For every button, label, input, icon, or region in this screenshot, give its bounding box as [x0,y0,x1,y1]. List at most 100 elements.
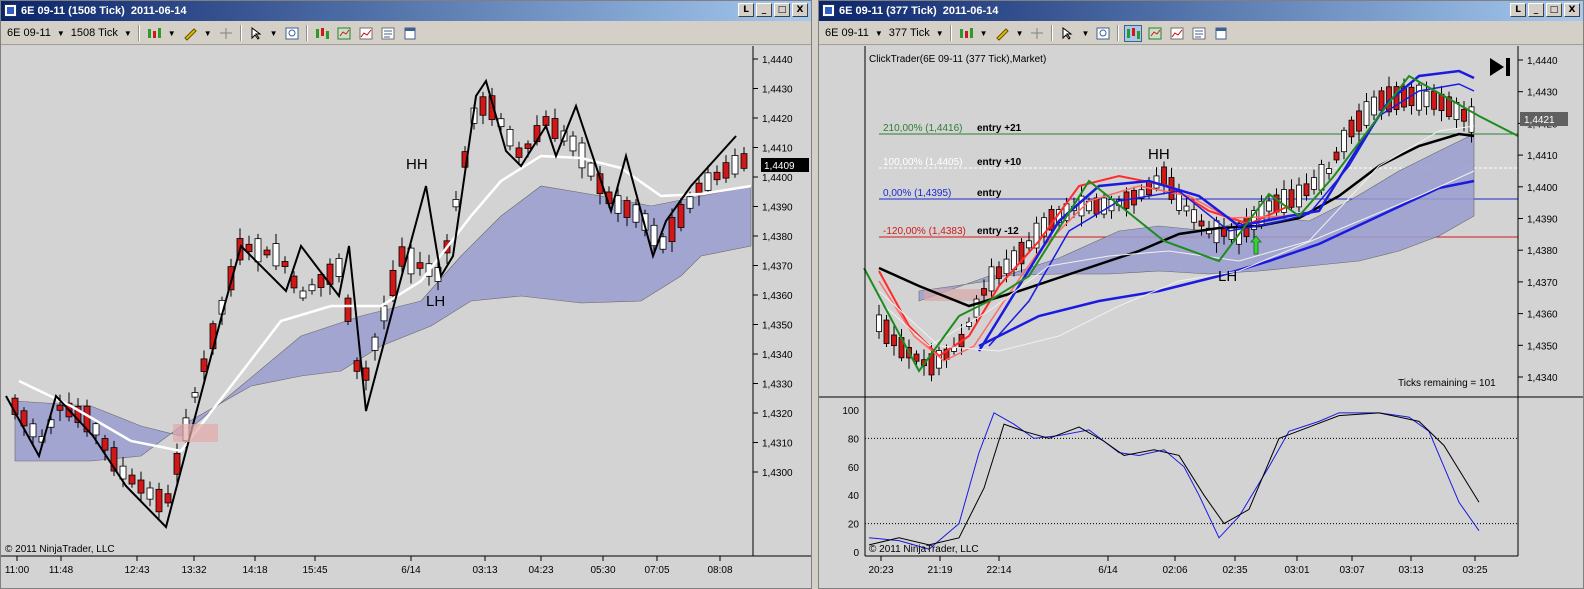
time-tick-label: 15:45 [302,565,327,576]
price-tick-label: 1,4310 [762,439,793,450]
strategies-icon[interactable] [380,26,396,41]
candle-body [659,236,667,250]
candle-body [668,216,676,243]
candle-body [578,142,586,169]
price-tick-label: 1,4340 [1527,373,1558,384]
price-tick-label: 1,4400 [762,173,793,184]
chevron-down-icon[interactable]: ▼ [875,29,883,38]
link-button[interactable]: L [738,3,754,17]
pencil-icon[interactable] [182,26,198,41]
last-price-label: 1,4409 [764,161,795,172]
candle-body [1266,200,1272,212]
indicators-icon[interactable] [358,26,374,41]
time-tick-label: 6/14 [401,565,421,576]
price-tick-label: 1,4380 [1527,246,1558,257]
price-tick-label: 1,4390 [762,203,793,214]
candle-body [92,423,100,436]
right-toolbar: 6E 09-11 ▼ 377 Tick ▼ ▼ ▼ ▼ [819,22,1583,45]
candle-body [515,147,523,158]
maximize-button[interactable]: □ [1546,3,1562,17]
order-icon[interactable] [314,26,330,41]
instrument-selector[interactable]: 6E 09-11 [7,27,51,39]
osc-tick-label: 60 [848,463,860,474]
close-button[interactable]: X [1564,3,1580,17]
right-price-chart[interactable]: 1,44401,44301,44201,44101,44001,43901,43… [819,46,1583,588]
toolbar-separator [137,25,140,41]
period-selector[interactable]: 377 Tick [889,27,930,39]
pointer-icon[interactable] [248,26,264,41]
crosshair-icon[interactable] [218,26,234,41]
crosshair-icon[interactable] [1029,26,1045,41]
bar-type-icon[interactable] [146,26,162,41]
right-title-bar[interactable]: 6E 09-11 (377 Tick) 2011-06-14 L _ □ X [819,1,1583,21]
right-chart-area[interactable]: 1,44401,44301,44201,44101,44001,43901,43… [819,46,1583,588]
left-chart-window[interactable]: 6E 09-11 (1508 Tick) 2011-06-14 L _ □ X … [0,0,812,589]
candle-body [254,238,262,263]
candle-body [1191,209,1197,223]
left-chart-area[interactable]: 1,4440 1,4430 1,4420 1,4410 1,4400 1,4390 1,43… [1,46,811,588]
properties-icon[interactable] [402,26,418,41]
chevron-down-icon[interactable]: ▼ [204,29,212,38]
period-selector[interactable]: 1508 Tick [71,27,118,39]
stochastic-d-line [868,412,1480,546]
chevron-down-icon[interactable]: ▼ [1016,29,1024,38]
candle-body [1161,166,1167,186]
candle-body [1363,101,1370,126]
level-percent-label: 0,00% (1,4395) [883,188,951,199]
time-tick-label: 03:07 [1339,565,1364,576]
close-button[interactable]: X [792,3,808,17]
chevron-down-icon[interactable]: ▼ [168,29,176,38]
order-icon[interactable] [1124,24,1143,42]
pointer-icon[interactable] [1059,26,1075,41]
bar-type-icon[interactable] [958,26,974,41]
pencil-icon[interactable] [994,26,1010,41]
indicators-icon[interactable] [1169,26,1185,41]
left-price-chart[interactable]: 1,4440 1,4430 1,4420 1,4410 1,4400 1,4390 1,43… [1,46,811,588]
zoom-icon[interactable] [284,26,300,41]
candle-body [883,319,890,344]
chart-trader-icon[interactable] [336,26,352,41]
chevron-down-icon[interactable]: ▼ [270,29,278,38]
osc-tick-label: 0 [853,548,859,559]
right-chart-window[interactable]: 6E 09-11 (377 Tick) 2011-06-14 L _ □ X 6… [818,0,1584,589]
price-tick-label: 1,4350 [1527,341,1558,352]
right-lh-label: LH [1218,268,1238,285]
candle-body [164,493,172,504]
time-tick-label: 11:48 [49,565,74,576]
chart-trader-icon[interactable] [1147,26,1163,41]
candle-body [1423,90,1430,108]
ticks-remaining: Ticks remaining = 101 [1398,378,1496,389]
price-tick-label: 1,4430 [1527,88,1558,99]
properties-icon[interactable] [1213,26,1229,41]
time-tick-label: 02:06 [1162,565,1187,576]
chevron-down-icon[interactable]: ▼ [124,29,132,38]
candle-body [299,290,307,299]
app-icon [4,4,17,17]
candle-body [335,258,343,277]
chevron-down-icon[interactable]: ▼ [1081,29,1089,38]
candle-body [56,404,64,411]
price-tick-label: 1,4320 [762,409,793,420]
instrument-selector[interactable]: 6E 09-11 [825,27,869,39]
minimize-button[interactable]: _ [756,3,772,17]
zoom-icon[interactable] [1095,26,1111,41]
strategies-icon[interactable] [1191,26,1207,41]
toolbar-separator [949,25,952,41]
candle-body [479,96,487,116]
candle-body [686,196,694,209]
toolbar-separator [305,25,308,41]
time-tick-label: 08:08 [707,565,732,576]
price-tick-label: 1,4360 [1527,310,1558,321]
maximize-button[interactable]: □ [774,3,790,17]
chevron-down-icon[interactable]: ▼ [936,29,944,38]
chevron-down-icon[interactable]: ▼ [57,29,65,38]
right-chart-name: ClickTrader(6E 09-11 (377 Tick),Market) [869,54,1047,65]
price-tick-label: 1,4330 [762,380,793,391]
time-tick-label: 03:13 [1398,565,1423,576]
left-title-bar[interactable]: 6E 09-11 (1508 Tick) 2011-06-14 L _ □ X [1,1,811,21]
candle-body [1341,129,1347,153]
link-button[interactable]: L [1510,3,1526,17]
play-end-icon[interactable] [1488,56,1512,78]
minimize-button[interactable]: _ [1528,3,1544,17]
chevron-down-icon[interactable]: ▼ [980,29,988,38]
